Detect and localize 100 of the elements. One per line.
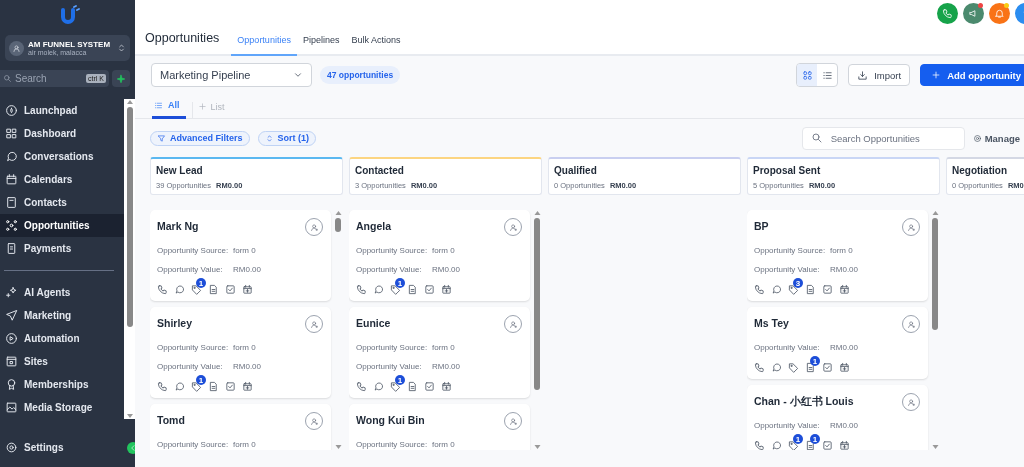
sidebar-item[interactable]: Calendars [0,168,124,191]
user-icon [508,319,518,329]
scrollbar-thumb[interactable] [932,218,938,330]
calendar-icon [5,173,18,186]
sidebar-item[interactable]: Marketing [0,304,124,327]
tag-icon[interactable] [788,440,799,450]
scroll-up-arrow-icon[interactable] [126,99,133,105]
checkbox-icon[interactable] [424,381,435,392]
phone-icon[interactable] [754,362,765,373]
chat-bubble-icon[interactable] [771,284,782,295]
sidebar-item[interactable]: Settings [5,436,64,459]
import-button[interactable]: Import [848,64,911,86]
count-badge: 1 [793,434,803,444]
checkbox-icon[interactable] [225,381,236,392]
chat-bubble-icon[interactable] [771,440,782,450]
phone-icon[interactable] [356,284,367,295]
nav-tab[interactable]: Bulk Actions [345,35,407,56]
contact-name[interactable]: Chan - 小红书 Louis [754,395,854,409]
stage-name: Negotiation [952,165,1008,176]
calendar-add-icon[interactable] [441,381,452,392]
view-tab[interactable]: All [152,100,186,119]
sidebar-item[interactable]: AI Agents [0,281,124,304]
checkbox-icon[interactable] [424,284,435,295]
phone-button[interactable] [937,3,958,24]
field-value: RM0.00 [432,265,460,274]
note-icon[interactable] [805,284,816,295]
contact-name[interactable]: Tomd [157,414,185,426]
calendar-add-icon[interactable] [242,284,253,295]
scroll-up-arrow-icon[interactable] [533,210,541,216]
tag-icon[interactable] [390,284,401,295]
note-icon[interactable] [208,381,219,392]
scroll-down-arrow-icon[interactable] [931,444,939,450]
scrollbar-thumb[interactable] [335,218,341,232]
search-field[interactable]: Search Opportunities [801,126,965,150]
scroll-up-arrow-icon[interactable] [334,210,342,216]
contact-name[interactable]: Ms Tey [754,317,789,329]
add-opportunity-button[interactable]: Add opportunity [920,64,1024,86]
checkbox-icon[interactable] [225,284,236,295]
pipeline-dropdown[interactable]: Marketing Pipeline [151,63,312,87]
checkbox-icon[interactable] [822,284,833,295]
scrollbar[interactable] [124,99,135,419]
calendar-add-icon[interactable] [242,381,253,392]
nav-tab[interactable]: Opportunities [231,35,297,56]
tag-icon[interactable] [788,362,799,373]
phone-icon[interactable] [754,284,765,295]
sidebar-item[interactable]: Launchpad [0,99,124,122]
note-icon[interactable] [208,284,219,295]
grid-view-button[interactable] [797,64,818,86]
scroll-down-arrow-icon[interactable] [334,444,342,450]
sidebar-item[interactable]: Dashboard [0,122,124,145]
note-icon[interactable] [407,284,418,295]
sidebar-item[interactable]: Contacts [0,191,124,214]
contact-name[interactable]: Eunice [356,317,391,329]
phone-icon[interactable] [157,381,168,392]
calendar-add-icon[interactable] [839,440,850,450]
nav-tab[interactable]: Pipelines [296,35,346,56]
tag-icon[interactable] [390,381,401,392]
chat-bubble-icon[interactable] [174,381,185,392]
sidebar-item[interactable]: Opportunities [0,214,124,237]
sidebar-item[interactable]: Sites [0,350,124,373]
note-icon[interactable] [805,362,816,373]
calendar-add-icon[interactable] [441,284,452,295]
advanced-filters-button[interactable]: Advanced Filters [150,130,250,146]
sidebar-item[interactable]: Memberships [0,373,124,396]
calendar-add-icon[interactable] [839,362,850,373]
contact-name[interactable]: Angela [356,220,391,232]
tag-icon[interactable] [191,381,202,392]
phone-icon[interactable] [754,440,765,450]
chat-bubble-icon[interactable] [771,362,782,373]
note-icon[interactable] [407,381,418,392]
scrollbar-thumb[interactable] [126,107,133,327]
phone-icon[interactable] [157,284,168,295]
notification-button[interactable] [989,3,1010,24]
checkbox-icon[interactable] [822,362,833,373]
contact-name[interactable]: BP [754,220,769,232]
tag-icon[interactable] [788,284,799,295]
scroll-down-arrow-icon[interactable] [533,444,541,450]
calendar-add-icon[interactable] [839,284,850,295]
sidebar-item[interactable]: Media Storage [0,396,124,419]
manage-button[interactable]: Manage [972,132,1020,144]
chat-bubble-icon[interactable] [174,284,185,295]
sidebar-item[interactable]: Automation [0,327,124,350]
play-circle-icon [5,332,18,345]
announcement-button[interactable] [963,3,984,24]
ai-button[interactable] [112,70,130,87]
phone-icon[interactable] [356,381,367,392]
scroll-up-arrow-icon[interactable] [931,210,939,216]
chat-bubble-icon[interactable] [373,381,384,392]
sidebar-item[interactable]: Conversations [0,145,124,168]
chat-bubble-icon[interactable] [373,284,384,295]
note-icon[interactable] [805,440,816,450]
contact-name[interactable]: Shirley [157,317,193,329]
scrollbar-thumb[interactable] [534,218,540,390]
sidebar-item[interactable]: Payments [0,237,124,260]
contact-name[interactable]: Mark Ng [157,220,199,232]
sort-button[interactable]: Sort (1) [257,130,317,146]
tag-icon[interactable] [191,284,202,295]
scroll-down-arrow-icon[interactable] [126,413,133,419]
checkbox-icon[interactable] [822,440,833,450]
contact-name[interactable]: Wong Kui Bin [356,414,425,426]
